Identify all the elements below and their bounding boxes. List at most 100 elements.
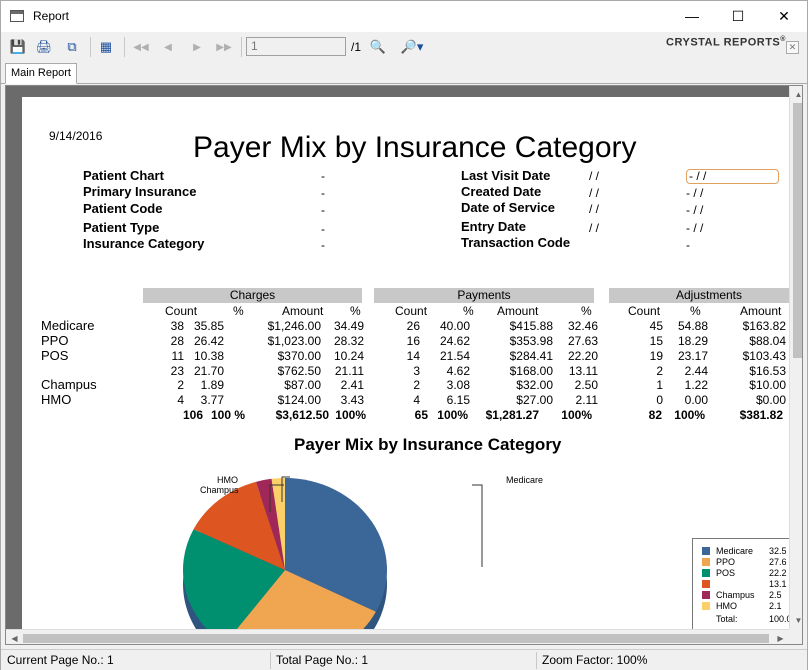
export-icon[interactable]: 💾 <box>9 38 27 56</box>
vertical-scrollbar[interactable]: ▲ ▼ <box>789 86 802 629</box>
legend-value: 22.2 <box>769 568 787 578</box>
last-page-icon[interactable]: ▶▶ <box>215 38 233 56</box>
table-cell: 18.29 <box>677 334 708 348</box>
window-title: Report <box>33 9 70 23</box>
table-cell: 34.49 <box>333 319 364 333</box>
vertical-scroll-thumb[interactable] <box>793 103 802 358</box>
table-cell: 2 <box>656 364 663 378</box>
table-cell: 0.00 <box>684 393 708 407</box>
legend-value: 13.1 <box>769 579 787 589</box>
chart-title: Payer Mix by Insurance Category <box>294 435 562 454</box>
table-cell: 14 <box>406 349 420 363</box>
col-header-pct: % <box>463 304 474 318</box>
legend-swatch <box>702 591 710 599</box>
table-cell: 16 <box>406 334 420 348</box>
table-cell: 4 <box>177 393 184 407</box>
first-page-icon[interactable]: ◀◀ <box>132 38 150 56</box>
print-icon[interactable]: 🖨 <box>35 38 53 56</box>
param-label: Last Visit Date <box>461 168 551 183</box>
title-bar: Report — ☐ ✕ <box>1 1 807 32</box>
toolbar-separator <box>241 37 242 57</box>
table-cell: 4 <box>413 393 420 407</box>
table-cell: $0.00 <box>755 393 786 407</box>
scroll-up-icon[interactable]: ▲ <box>790 86 802 103</box>
table-cell: $762.50 <box>277 364 321 378</box>
legend-swatch <box>702 547 710 555</box>
table-cell: 21.11 <box>334 364 364 378</box>
report-window: Report — ☐ ✕ 💾 🖨 ⧉ ▦ ◀◀ ◀ ▶ ▶▶ 1 /1 🔍 🔎▾… <box>0 0 808 670</box>
col-header-amount: Amount <box>740 304 782 318</box>
toolbar-separator <box>124 37 125 57</box>
zoom-dropdown-icon[interactable]: 🔎▾ <box>397 38 427 56</box>
param-to-selected[interactable]: - / / <box>686 169 779 184</box>
table-cell: 40.00 <box>439 319 470 333</box>
report-title: Payer Mix by Insurance Category <box>193 131 637 164</box>
col-header-pct: % <box>350 304 361 318</box>
param-label: Primary Insurance <box>83 184 197 199</box>
legend-item: POS 22.2 <box>702 568 787 578</box>
table-cell: 2.11 <box>575 393 598 407</box>
table-cell: 2.41 <box>340 378 364 392</box>
row-category: Champus <box>41 377 97 392</box>
table-cell: $16.53 <box>749 364 786 378</box>
current-page-status: Current Page No.: 1 <box>7 653 114 667</box>
legend-total-label: Total: <box>716 614 738 624</box>
table-cell: 3.77 <box>200 393 224 407</box>
table-cell: 38 <box>170 319 184 333</box>
table-cell: 11 <box>171 349 184 363</box>
col-header-pct: % <box>581 304 592 318</box>
legend-item: PPO 27.6 <box>702 557 787 567</box>
viewer-toolbar: 💾 🖨 ⧉ ▦ ◀◀ ◀ ▶ ▶▶ 1 /1 🔍 🔎▾ CRYSTAL REPO… <box>1 32 807 62</box>
close-button[interactable]: ✕ <box>761 1 807 31</box>
leader-line <box>472 484 483 567</box>
param-label: Patient Chart <box>83 168 164 183</box>
table-cell: 10.24 <box>333 349 364 363</box>
legend-total: Total: 100.0 <box>716 614 792 624</box>
table-cell: 4.62 <box>446 364 470 378</box>
row-category: Medicare <box>41 318 95 333</box>
group-tree-icon[interactable]: ▦ <box>97 38 115 56</box>
toolbar-separator <box>90 37 91 57</box>
horizontal-scroll-thumb[interactable] <box>23 634 769 643</box>
param-value: - <box>321 169 325 183</box>
legend-swatch <box>702 602 710 610</box>
minimize-button[interactable]: — <box>669 1 715 31</box>
previous-page-icon[interactable]: ◀ <box>159 38 177 56</box>
param-value: - <box>321 222 325 236</box>
legend-label: HMO <box>716 601 737 611</box>
status-bar: Current Page No.: 1 Total Page No.: 1 Zo… <box>1 649 807 670</box>
table-cell: 15 <box>649 334 663 348</box>
scroll-right-icon[interactable]: ▶ <box>772 630 789 644</box>
status-divider <box>536 652 537 669</box>
page-number-input[interactable]: 1 <box>246 37 346 56</box>
table-cell: 3.43 <box>340 393 364 407</box>
scroll-left-icon[interactable]: ◀ <box>6 630 23 644</box>
report-viewer: 9/14/2016 Payer Mix by Insurance Categor… <box>5 85 803 645</box>
param-to: - <box>686 238 690 252</box>
zoom-status: Zoom Factor: 100% <box>542 653 648 667</box>
table-cell: $284.41 <box>509 349 553 363</box>
close-tab-icon[interactable]: ✕ <box>786 41 799 54</box>
param-to: - / / <box>686 203 704 217</box>
table-cell: 13.11 <box>568 364 598 378</box>
table-cell: 19 <box>649 349 663 363</box>
col-header-amount: Amount <box>282 304 324 318</box>
maximize-button[interactable]: ☐ <box>715 1 761 31</box>
param-value: - <box>321 203 325 217</box>
next-page-icon[interactable]: ▶ <box>188 38 206 56</box>
param-from: / / <box>589 202 600 216</box>
scroll-down-icon[interactable]: ▼ <box>790 612 802 629</box>
total-cell: 100% <box>674 408 705 422</box>
table-cell: 24.62 <box>439 334 470 348</box>
tab-main-report[interactable]: Main Report <box>5 63 77 84</box>
legend-value: 2.5 <box>769 590 782 600</box>
table-cell: $415.88 <box>509 319 553 333</box>
param-from: / / <box>589 169 600 183</box>
find-icon[interactable]: 🔍 <box>369 38 387 56</box>
report-page: 9/14/2016 Payer Mix by Insurance Categor… <box>22 97 802 644</box>
section-header-payments: Payments <box>374 288 594 303</box>
param-value: - <box>321 186 325 200</box>
horizontal-scrollbar[interactable]: ◀ ▶ <box>6 629 789 644</box>
copy-icon[interactable]: ⧉ <box>63 38 81 56</box>
slice-label-champus: Champus <box>200 485 239 495</box>
